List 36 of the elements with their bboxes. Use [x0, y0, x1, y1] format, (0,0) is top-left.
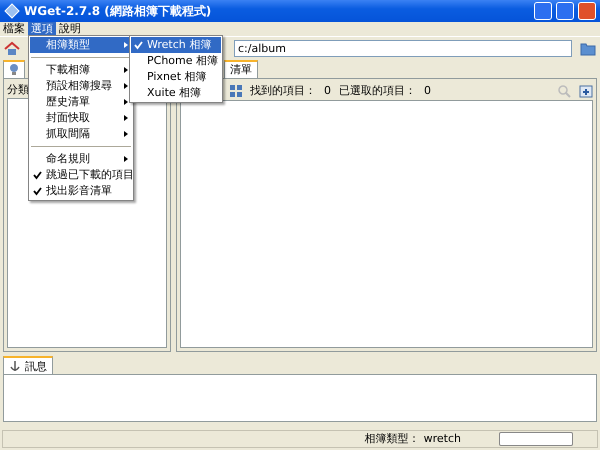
- maximize-button[interactable]: [556, 2, 574, 20]
- grid-icon[interactable]: [230, 85, 242, 97]
- folder-icon[interactable]: [580, 42, 596, 56]
- menu-item[interactable]: 檔案: [0, 22, 28, 36]
- home-icon[interactable]: [4, 40, 20, 56]
- found-label: 找到的項目：: [250, 82, 316, 99]
- menu-item[interactable]: Xuite 相簿: [131, 85, 221, 101]
- message-tab[interactable]: 訊息: [3, 356, 53, 374]
- selected-count: 0: [424, 82, 431, 99]
- selected-label: 已選取的項目：: [339, 82, 416, 99]
- column-header: 分類: [7, 83, 29, 96]
- menu-item[interactable]: 下載相簿: [30, 62, 132, 78]
- anchor-icon: [9, 360, 21, 372]
- menu-item[interactable]: 預設相簿搜尋: [30, 78, 132, 94]
- menu-item[interactable]: Pixnet 相簿: [131, 69, 221, 85]
- menu-item[interactable]: 跳過已下載的項目: [30, 167, 132, 183]
- menu-item[interactable]: 相簿類型: [30, 37, 132, 53]
- close-button[interactable]: [578, 2, 596, 20]
- window-title: WGet-2.7.8 (網路相簿下載程式): [24, 3, 212, 20]
- menu-item[interactable]: PChome 相簿: [131, 53, 221, 69]
- menu-item[interactable]: 說明: [56, 22, 84, 36]
- bulb-icon: [9, 64, 19, 76]
- menu-item[interactable]: 封面快取: [30, 110, 132, 126]
- menu-item[interactable]: 找出影音清單: [30, 183, 132, 199]
- menu-item[interactable]: 抓取間隔: [30, 126, 132, 142]
- menu-item[interactable]: 歷史清單: [30, 94, 132, 110]
- list-tab[interactable]: 清單: [224, 60, 258, 78]
- app-icon: [4, 3, 20, 19]
- status-label: 相簿類型：: [364, 430, 420, 447]
- status-value: wretch: [424, 430, 461, 447]
- path-field[interactable]: c:/album: [234, 40, 572, 57]
- menu-item[interactable]: 選項: [28, 22, 56, 36]
- menu-item[interactable]: Wretch 相簿: [131, 37, 221, 53]
- minimize-button[interactable]: [534, 2, 552, 20]
- found-count: 0: [324, 82, 331, 99]
- menu-item[interactable]: 命名規則: [30, 151, 132, 167]
